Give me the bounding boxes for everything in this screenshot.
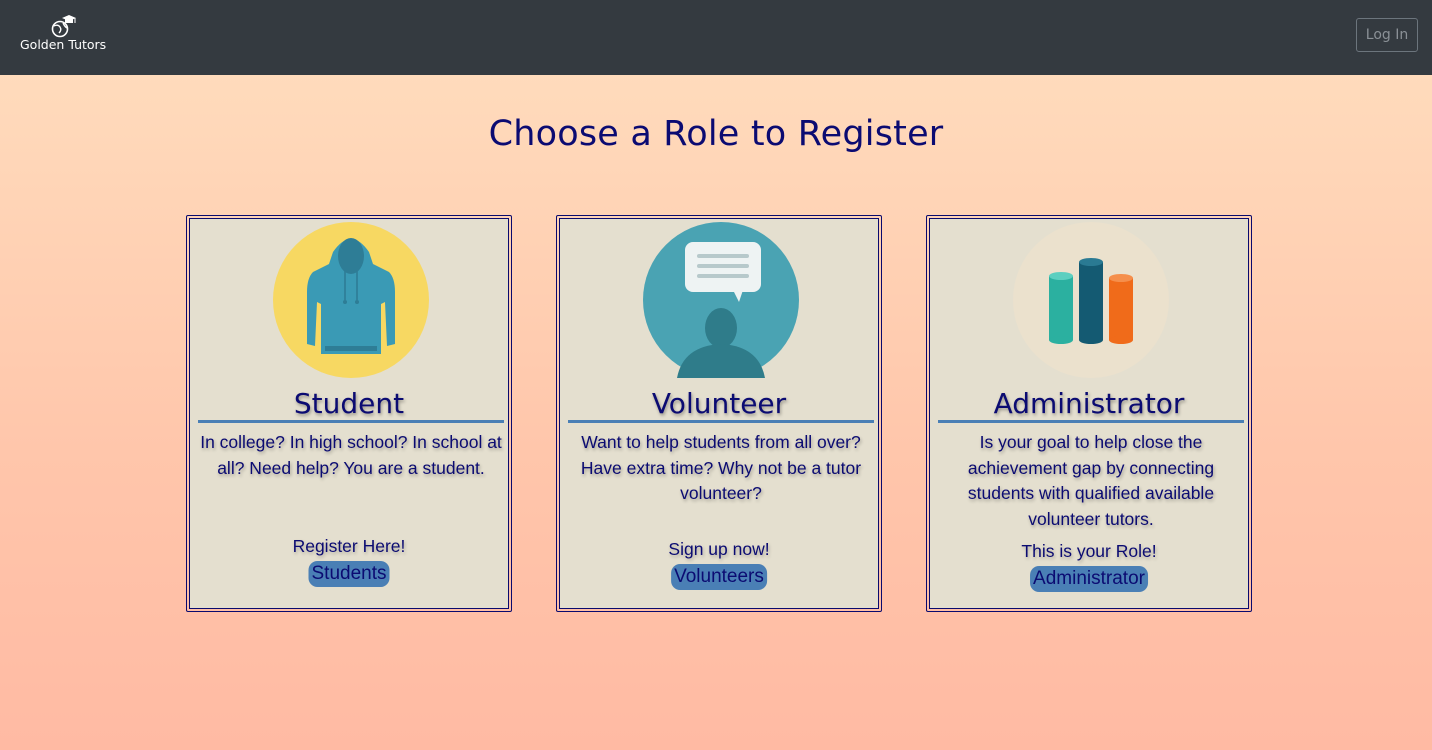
volunteer-card: Volunteer Want to help students from all… — [556, 215, 882, 612]
divider — [568, 420, 874, 423]
brand-link[interactable]: Golden Tutors — [20, 12, 110, 56]
card-description: Want to help students from all over? Hav… — [580, 432, 862, 503]
administrator-button[interactable]: Administrator — [1030, 566, 1148, 592]
card-title: Volunteer — [651, 387, 787, 420]
students-button[interactable]: Students — [308, 561, 390, 587]
login-button[interactable]: Log In — [1356, 18, 1418, 52]
card-cta-text: Register Here! — [292, 536, 406, 556]
card-cta-text: This is your Role! — [1021, 541, 1157, 561]
divider — [938, 420, 1244, 423]
card-description: In college? In high school? In school at… — [200, 432, 502, 478]
brand-name: Golden Tutors — [20, 37, 107, 52]
student-card: Student In college? In high school? In s… — [186, 215, 512, 612]
card-cta-text: Sign up now! — [668, 539, 770, 559]
volunteers-button[interactable]: Volunteers — [671, 564, 767, 590]
administrator-card: Administrator Is your goal to help close… — [926, 215, 1252, 612]
divider — [198, 420, 504, 423]
card-description: Is your goal to help close the achieveme… — [967, 432, 1215, 529]
navbar: Golden Tutors Log In — [0, 0, 1432, 75]
graduation-globe-icon — [51, 15, 76, 38]
speech-bubble-person-icon — [643, 222, 799, 378]
card-title: Student — [293, 387, 405, 420]
bar-chart-cylinders-icon — [1013, 222, 1169, 378]
hoodie-icon — [273, 222, 429, 378]
page-title: Choose a Role to Register — [488, 114, 944, 154]
card-title: Administrator — [993, 387, 1185, 420]
